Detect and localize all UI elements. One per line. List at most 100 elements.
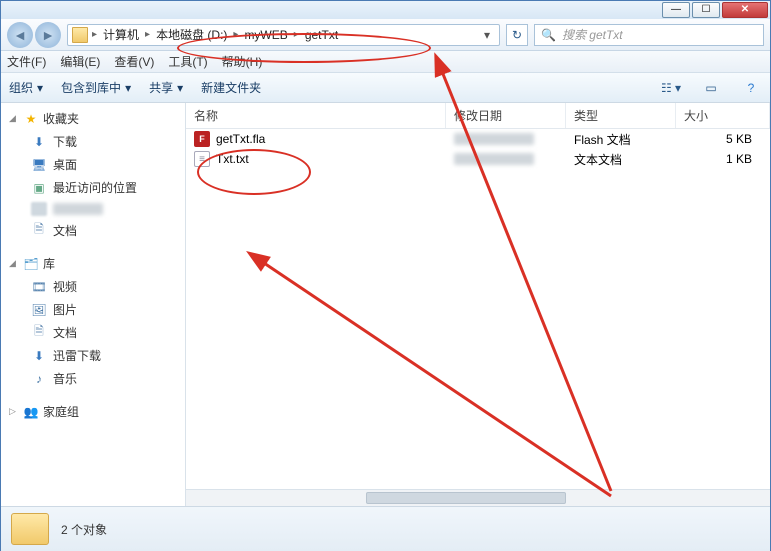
blurred-date [454,153,534,165]
window-controls: — ☐ ✕ [662,2,768,18]
breadcrumb-dropdown-icon[interactable]: ▾ [479,28,495,42]
sidebar-xunlei[interactable]: ⬇ 迅雷下载 [1,344,185,367]
blurred-date [454,133,534,145]
body: ◢ ★ 收藏夹 ⬇ 下载 🖥桌面 ▣最近访问的位置 🗎 文档 ◢ 🗂 库 🎞 视频 🖼… [1,103,770,506]
sidebar-label: 文档 [53,324,77,341]
menubar: 文件(F) 编辑(E) 查看(V) 工具(T) 帮助(H) [1,51,770,73]
help-button[interactable]: ? [740,79,762,97]
expand-icon: ▷ [9,406,19,417]
column-name[interactable]: 名称 [186,103,446,128]
breadcrumb-segment[interactable]: getTxt [303,28,340,42]
include-in-library-button[interactable]: 包含到库中 ▾ [61,79,131,96]
download-icon: ⬇ [31,135,47,149]
forward-button[interactable]: ► [35,22,61,48]
video-icon: 🎞 [31,280,47,294]
status-bar: 2 个对象 [1,506,770,551]
file-pane: 名称 修改日期 类型 大小 FgetTxt.fla Flash 文档 5 KB … [186,103,770,506]
folder-icon [72,27,88,43]
menu-tools[interactable]: 工具(T) [168,53,207,70]
collapse-icon: ◢ [9,113,19,124]
nav-arrows: ◄ ► [7,22,61,48]
sidebar-documents[interactable]: 🗎 文档 [1,219,185,242]
refresh-button[interactable]: ↻ [506,24,528,46]
file-size: 1 KB [726,152,752,166]
search-placeholder: 搜索 getTxt [562,26,623,43]
organize-button[interactable]: 组织 ▾ [9,79,43,96]
toolbar-label: 包含到库中 [61,79,121,96]
collapse-icon: ◢ [9,258,19,269]
file-rows: FgetTxt.fla Flash 文档 5 KB Txt.txt 文本文档 1… [186,129,770,489]
sidebar-homegroup[interactable]: ▷ 👥 家庭组 [1,400,185,423]
back-button[interactable]: ◄ [7,22,33,48]
preview-pane-button[interactable]: ▭ [700,79,722,97]
share-button[interactable]: 共享 ▾ [149,79,183,96]
sidebar-pictures[interactable]: 🖼 图片 [1,298,185,321]
folder-icon [11,513,49,545]
sidebar-label: 音乐 [53,370,77,387]
menu-file[interactable]: 文件(F) [7,53,46,70]
horizontal-scrollbar[interactable] [186,489,770,506]
sidebar-label: 下载 [53,133,77,150]
explorer-window: — ☐ ✕ ◄ ► ▸ 计算机 ▸ 本地磁盘 (D:) ▸ myWEB ▸ ge… [0,0,771,551]
library-icon: 🗂 [23,257,39,271]
file-name: getTxt.fla [216,132,265,146]
document-icon: 🗎 [31,326,47,340]
desktop-icon: 🖥 [31,158,47,172]
toolbar-label: 共享 [149,79,173,96]
text-file-icon [194,151,210,167]
homegroup-icon: 👥 [23,405,39,419]
sidebar-label: 迅雷下载 [53,347,101,364]
sidebar: ◢ ★ 收藏夹 ⬇ 下载 🖥桌面 ▣最近访问的位置 🗎 文档 ◢ 🗂 库 🎞 视频 🖼… [1,103,186,506]
toolbar-label: 新建文件夹 [201,79,261,96]
chevron-down-icon: ▾ [37,81,43,95]
sidebar-label: 最近访问的位置 [53,179,137,196]
sidebar-documents2[interactable]: 🗎 文档 [1,321,185,344]
sidebar-recent[interactable]: ▣最近访问的位置 [1,176,185,199]
file-row[interactable]: FgetTxt.fla Flash 文档 5 KB [186,129,770,149]
star-icon: ★ [23,112,39,126]
sidebar-item-blurred[interactable] [1,199,185,219]
column-type[interactable]: 类型 [566,103,676,128]
breadcrumb[interactable]: ▸ 计算机 ▸ 本地磁盘 (D:) ▸ myWEB ▸ getTxt ▾ [67,24,500,46]
titlebar: — ☐ ✕ [1,1,770,19]
breadcrumb-segment[interactable]: myWEB [242,28,289,42]
file-row[interactable]: Txt.txt 文本文档 1 KB [186,149,770,169]
minimize-button[interactable]: — [662,2,690,18]
chevron-down-icon: ▾ [125,81,131,95]
search-input[interactable]: 🔍 搜索 getTxt [534,24,764,46]
download-icon: ⬇ [31,349,47,363]
column-headers: 名称 修改日期 类型 大小 [186,103,770,129]
chevron-icon: ▸ [294,29,299,40]
sidebar-downloads[interactable]: ⬇ 下载 [1,130,185,153]
breadcrumb-segment[interactable]: 本地磁盘 (D:) [154,26,229,43]
scrollbar-thumb[interactable] [366,492,566,504]
music-icon: ♪ [31,372,47,386]
sidebar-label: 图片 [53,301,77,318]
column-size[interactable]: 大小 [676,103,770,128]
search-icon: 🔍 [541,28,556,42]
sidebar-label: 视频 [53,278,77,295]
sidebar-favorites[interactable]: ◢ ★ 收藏夹 [1,107,185,130]
close-button[interactable]: ✕ [722,2,768,18]
chevron-down-icon: ▾ [177,81,183,95]
status-text: 2 个对象 [61,521,107,538]
menu-edit[interactable]: 编辑(E) [60,53,100,70]
sidebar-music[interactable]: ♪ 音乐 [1,367,185,390]
sidebar-libraries[interactable]: ◢ 🗂 库 [1,252,185,275]
new-folder-button[interactable]: 新建文件夹 [201,79,261,96]
picture-icon: 🖼 [31,303,47,317]
file-type: Flash 文档 [574,131,631,148]
sidebar-label: 文档 [53,222,77,239]
chevron-icon: ▸ [233,29,238,40]
menu-view[interactable]: 查看(V) [114,53,154,70]
document-icon: 🗎 [31,224,47,238]
view-options-button[interactable]: ☷ ▾ [660,79,682,97]
maximize-button[interactable]: ☐ [692,2,720,18]
menu-help[interactable]: 帮助(H) [222,53,263,70]
column-date[interactable]: 修改日期 [446,103,566,128]
sidebar-desktop[interactable]: 🖥桌面 [1,153,185,176]
breadcrumb-segment[interactable]: 计算机 [101,26,141,43]
toolbar-label: 组织 [9,79,33,96]
sidebar-videos[interactable]: 🎞 视频 [1,275,185,298]
chevron-icon: ▸ [145,29,150,40]
